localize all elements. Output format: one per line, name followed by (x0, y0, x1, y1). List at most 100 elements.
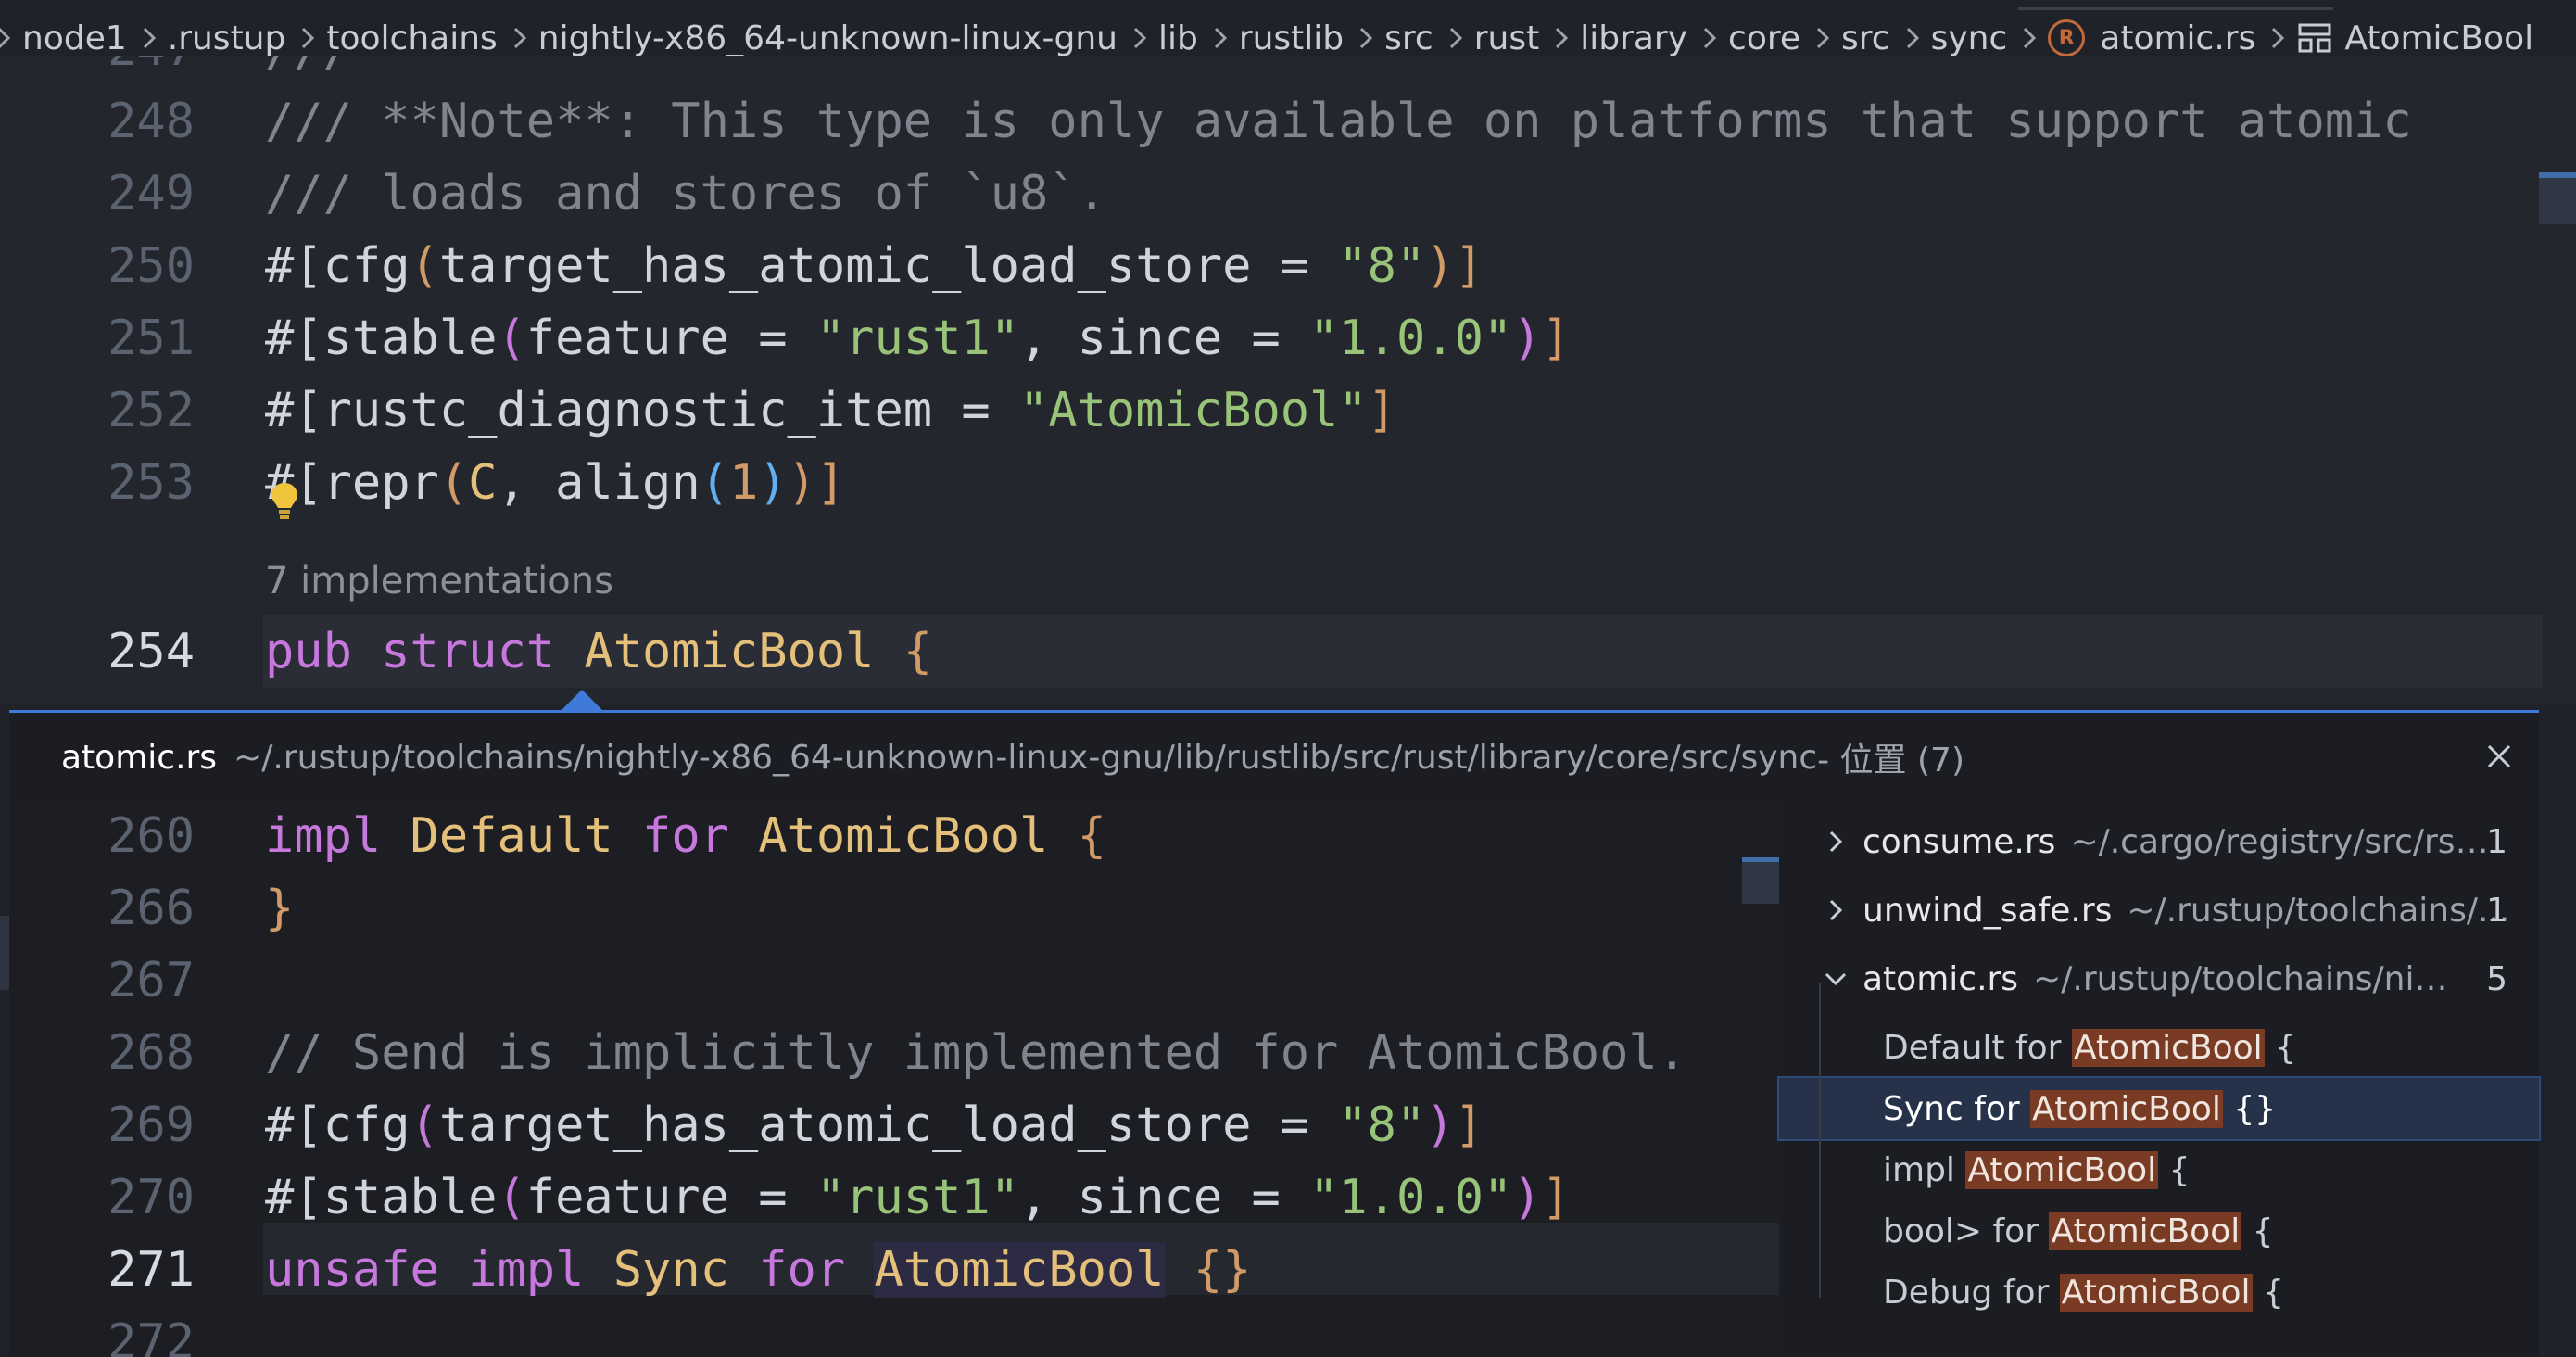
code-token: stable (322, 1170, 498, 1225)
reference-file-unwind_safe-rs[interactable]: unwind_safe.rs ~/.rustup/toolchains/... 1 (1779, 880, 2539, 941)
code-line[interactable]: 270 #[stable(feature = "rust1", since = "… (9, 1161, 1779, 1234)
code-token: impl (468, 1242, 585, 1298)
code-text: unsafe impl Sync for AtomicBool {} (265, 1234, 1252, 1306)
minimap-slider[interactable] (2539, 172, 2576, 224)
close-icon[interactable] (2476, 733, 2522, 780)
code-token: #[ (265, 1097, 323, 1153)
breadcrumb-item[interactable]: core (1728, 19, 1800, 57)
code-token: rustc_diagnostic_item = (322, 383, 1019, 438)
reference-match: AtomicBool (2059, 1273, 2253, 1312)
code-token: // Send is implicitly implemented for At… (265, 1025, 1687, 1081)
code-line[interactable]: 266} (9, 872, 1779, 945)
code-line[interactable]: 254 pub struct AtomicBool { (0, 615, 2576, 688)
code-token: ] (1541, 1170, 1571, 1225)
code-line[interactable]: 248 /// **Note**: This type is only avail… (0, 85, 2576, 158)
line-number: 251 (107, 311, 195, 366)
code-line[interactable]: 267 (9, 945, 1779, 1017)
code-line[interactable]: 249 /// loads and stores of `u8`. (0, 158, 2576, 230)
peek-file-name[interactable]: atomic.rs (61, 739, 217, 777)
reference-file-name: unwind_safe.rs (1863, 891, 2113, 930)
reference-count-badge: 5 (2486, 959, 2507, 998)
chevron-right-icon[interactable] (1822, 828, 1850, 856)
code-token: ] (1367, 383, 1396, 438)
breadcrumb-item[interactable]: nightly-x86_64-unknown-linux-gnu (538, 19, 1118, 57)
line-number: 252 (107, 383, 195, 438)
code-token: /// **Note**: This type is only availabl… (265, 94, 2412, 149)
code-line[interactable]: 272 (9, 1306, 1779, 1357)
chevron-down-icon[interactable] (1822, 965, 1850, 993)
peek-scroll-indicator (1742, 857, 1779, 862)
line-number: 254 (107, 624, 195, 679)
code-line[interactable]: 252 #[rustc_diagnostic_item = "AtomicBool… (0, 374, 2576, 447)
code-line[interactable]: 250 #[cfg(target_has_atomic_load_store = … (0, 230, 2576, 302)
code-line[interactable]: 271 unsafe impl Sync for AtomicBool {} (9, 1234, 1779, 1306)
breadcrumb-item[interactable]: Ratomic.rs (2048, 19, 2255, 57)
breadcrumb-label: library (1580, 19, 1688, 57)
breadcrumb-item[interactable]: rustlib (1239, 19, 1344, 57)
breadcrumb-separator (1209, 19, 1231, 57)
breadcrumb-label: toolchains (326, 19, 498, 57)
code-token: "1.0.0" (1309, 311, 1513, 366)
line-number: 268 (107, 1025, 195, 1081)
breadcrumb-label: nightly-x86_64-unknown-linux-gnu (537, 19, 1118, 57)
chevron-right-icon (1556, 27, 1569, 49)
reference-suffix: { (2241, 1211, 2274, 1250)
code-token: ( (410, 238, 439, 294)
reference-file-consume-rs[interactable]: consume.rs ~/.cargo/registry/src/rspr... 1 (1779, 811, 2539, 872)
reference-item[interactable]: Debug for AtomicBool { (1779, 1262, 2539, 1323)
references-tree[interactable]: consume.rs ~/.cargo/registry/src/rspr... 1… (1777, 802, 2541, 1357)
breadcrumb-label: node1 (22, 19, 127, 57)
reference-file-name: atomic.rs (1863, 959, 2019, 998)
breadcrumb-item[interactable]: AtomicBool (2296, 19, 2533, 57)
code-line[interactable]: 268 // Send is implicitly implemented for… (9, 1017, 1779, 1089)
main-editor[interactable]: 7 implementations 247 /// 248 /// **Note**:… (0, 56, 2576, 704)
breadcrumb-item[interactable]: .rustup (168, 19, 286, 57)
chevron-right-icon[interactable] (1822, 896, 1850, 924)
breadcrumb-item[interactable]: src (1841, 19, 1890, 57)
breadcrumb-item[interactable]: src (1384, 19, 1433, 57)
reference-item-text: Debug for AtomicBool { (1883, 1273, 2284, 1312)
breadcrumb-item[interactable]: library (1580, 19, 1687, 57)
reference-item[interactable]: bool> for AtomicBool { (1779, 1200, 2539, 1262)
code-token: "rust1" (815, 1170, 1020, 1225)
code-line[interactable]: 260 impl Default for AtomicBool { (9, 802, 1779, 872)
breadcrumb-separator (297, 19, 319, 57)
line-number: 269 (107, 1097, 195, 1153)
breadcrumb-item[interactable]: toolchains (326, 19, 497, 57)
reference-suffix: { (2252, 1273, 2284, 1312)
code-text: #[cfg(target_has_atomic_load_store = "8"… (265, 1089, 1484, 1161)
code-line[interactable]: 251 #[stable(feature = "rust1", since = "… (0, 302, 2576, 374)
line-number: 271 (107, 1242, 195, 1298)
code-line[interactable]: 253 #[repr(C, align(1))] (0, 447, 2576, 519)
reference-item-text: Default for AtomicBool { (1883, 1028, 2296, 1067)
breadcrumb-separator (509, 19, 531, 57)
lightbulb-icon[interactable] (269, 480, 300, 521)
breadcrumb-item[interactable]: node1 (22, 19, 127, 57)
reference-item[interactable]: impl AtomicBool { (1779, 1139, 2539, 1200)
code-line[interactable]: 269 #[cfg(target_has_atomic_load_store = … (9, 1089, 1779, 1161)
code-token: cfg (322, 238, 410, 294)
code-token: ] (1454, 238, 1484, 294)
code-text: #[rustc_diagnostic_item = "AtomicBool"] (265, 374, 1396, 447)
breadcrumb-item[interactable]: rust (1474, 19, 1540, 57)
breadcrumb-item[interactable]: lib (1158, 19, 1198, 57)
code-token: ) (1512, 311, 1542, 366)
gutter-marker (0, 916, 9, 990)
code-line[interactable]: 247 /// (0, 56, 2576, 85)
peek-editor[interactable]: 260 impl Default for AtomicBool {266} 267 2… (9, 802, 1779, 1357)
reference-item[interactable]: Default for AtomicBool { (1779, 1017, 2539, 1078)
codelens-implementations[interactable]: 7 implementations (265, 560, 613, 602)
code-text: /// loads and stores of `u8`. (265, 158, 1106, 230)
code-token: #[ (265, 311, 323, 366)
code-token: 1 (728, 455, 759, 511)
scroll-position-indicator (2539, 172, 2576, 178)
reference-item[interactable]: Sync for AtomicBool {} (1777, 1076, 2541, 1141)
breadcrumb-item[interactable]: sync (1931, 19, 2008, 57)
code-token: ] (1454, 1097, 1484, 1153)
breadcrumb-label: rust (1473, 19, 1540, 57)
reference-file-atomic-rs[interactable]: atomic.rs ~/.rustup/toolchains/nightl... 5 (1779, 948, 2539, 1009)
peek-minimap-slider[interactable] (1742, 857, 1779, 904)
